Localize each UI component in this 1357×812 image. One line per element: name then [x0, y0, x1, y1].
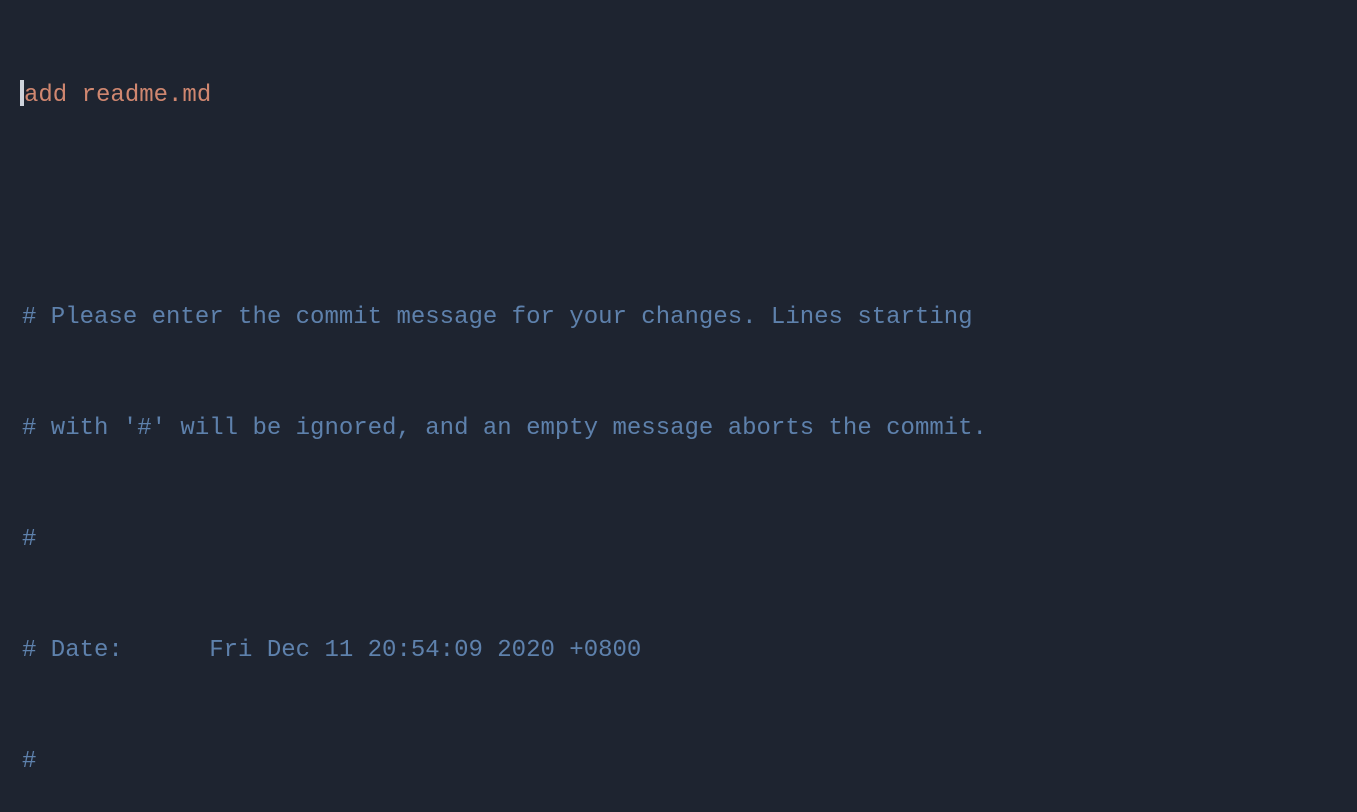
comment-line: # [22, 743, 1357, 780]
comment-line: # Please enter the commit message for yo… [22, 299, 1357, 336]
blank-line [22, 188, 1357, 225]
commit-message-text: add readme.md [24, 82, 211, 109]
comment-line: # with '#' will be ignored, and an empty… [22, 410, 1357, 447]
comment-line: # [22, 521, 1357, 558]
commit-message-line[interactable]: add readme.md [22, 77, 1357, 114]
text-editor-area[interactable]: add readme.md # Please enter the commit … [0, 0, 1357, 812]
comment-date-line: # Date: Fri Dec 11 20:54:09 2020 +0800 [22, 632, 1357, 669]
